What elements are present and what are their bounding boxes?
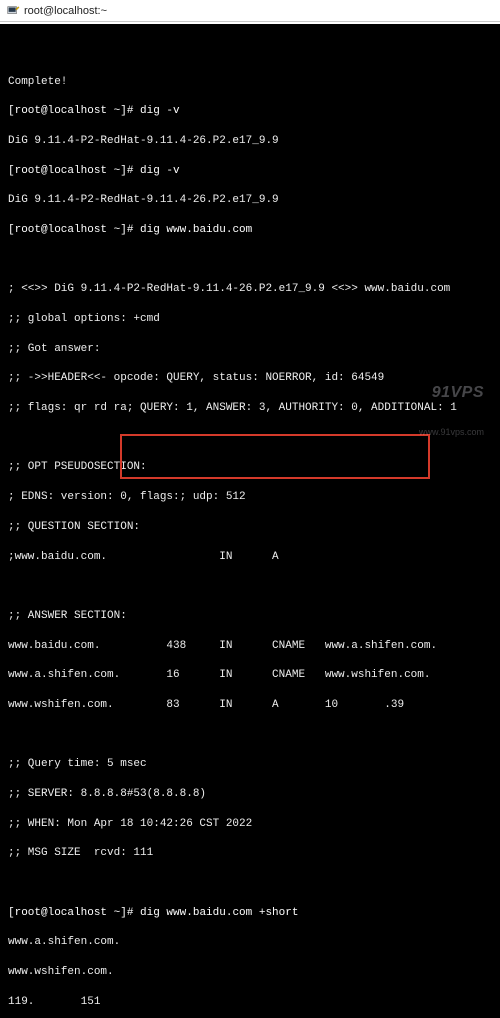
prompt: [root@localhost ~]# (8, 105, 133, 117)
putty-icon (6, 4, 20, 18)
output-line (8, 876, 492, 891)
output-line: 119. . .151 (8, 995, 492, 1010)
prompt-line: [root@localhost ~]# dig -v (8, 164, 492, 179)
output-line: ;; WHEN: Mon Apr 18 10:42:26 CST 2022 (8, 817, 492, 832)
output-line: ; EDNS: version: 0, flags:; udp: 512 (8, 490, 492, 505)
output-line: www.a.shifen.com. (8, 935, 492, 950)
command: dig -v (140, 105, 180, 117)
prompt-line: [root@localhost ~]# dig -v (8, 104, 492, 119)
output-line: www.wshifen.com. (8, 965, 492, 980)
masked-ip: . . (338, 698, 384, 713)
prompt-line: [root@localhost ~]# dig www.baidu.com (8, 223, 492, 238)
masked-ip: . . (34, 995, 80, 1010)
window-title: root@localhost:~ (24, 5, 107, 17)
output-line: ;; SERVER: 8.8.8.8#53(8.8.8.8) (8, 787, 492, 802)
command: dig www.baidu.com +short (140, 907, 298, 919)
answer-pre: www.wshifen.com. 83 IN A 10 (8, 699, 338, 711)
prompt: [root@localhost ~]# (8, 907, 133, 919)
prompt-line: [root@localhost ~]# dig www.baidu.com +s… (8, 906, 492, 921)
output-line: ;www.baidu.com. IN A (8, 550, 492, 565)
output-line: www.a.shifen.com. 16 IN CNAME www.wshife… (8, 668, 492, 683)
output-line: DiG 9.11.4-P2-RedHat-9.11.4-26.P2.e17_9.… (8, 134, 492, 149)
window-titlebar[interactable]: root@localhost:~ (0, 0, 500, 22)
watermark-sub: www.91vps.com (412, 426, 484, 438)
prompt: [root@localhost ~]# (8, 165, 133, 177)
output-line (8, 45, 492, 60)
answer-post: .39 (384, 699, 404, 711)
output-line: ;; QUESTION SECTION: (8, 520, 492, 535)
ip-post: 151 (81, 996, 101, 1008)
output-line: DiG 9.11.4-P2-RedHat-9.11.4-26.P2.e17_9.… (8, 193, 492, 208)
watermark-main: 91VPS (432, 384, 484, 401)
prompt: [root@localhost ~]# (8, 224, 133, 236)
command: dig www.baidu.com (140, 224, 252, 236)
output-line (8, 579, 492, 594)
output-line: ;; Got answer: (8, 342, 492, 357)
terminal[interactable]: Complete! [root@localhost ~]# dig -v DiG… (0, 22, 500, 509)
output-line: Complete! (8, 75, 492, 90)
watermark: 91VPS www.91vps.com (412, 361, 484, 481)
output-line: ;; global options: +cmd (8, 312, 492, 327)
ip-pre: 119. (8, 996, 34, 1008)
output-line: www.baidu.com. 438 IN CNAME www.a.shifen… (8, 639, 492, 654)
command: dig -v (140, 165, 180, 177)
output-line (8, 253, 492, 268)
output-line (8, 728, 492, 743)
output-line: ;; ANSWER SECTION: (8, 609, 492, 624)
output-line: ;; MSG SIZE rcvd: 111 (8, 846, 492, 861)
output-line: www.wshifen.com. 83 IN A 10. . .39 (8, 698, 492, 713)
output-line: ; <<>> DiG 9.11.4-P2-RedHat-9.11.4-26.P2… (8, 282, 492, 297)
output-line: ;; Query time: 5 msec (8, 757, 492, 772)
